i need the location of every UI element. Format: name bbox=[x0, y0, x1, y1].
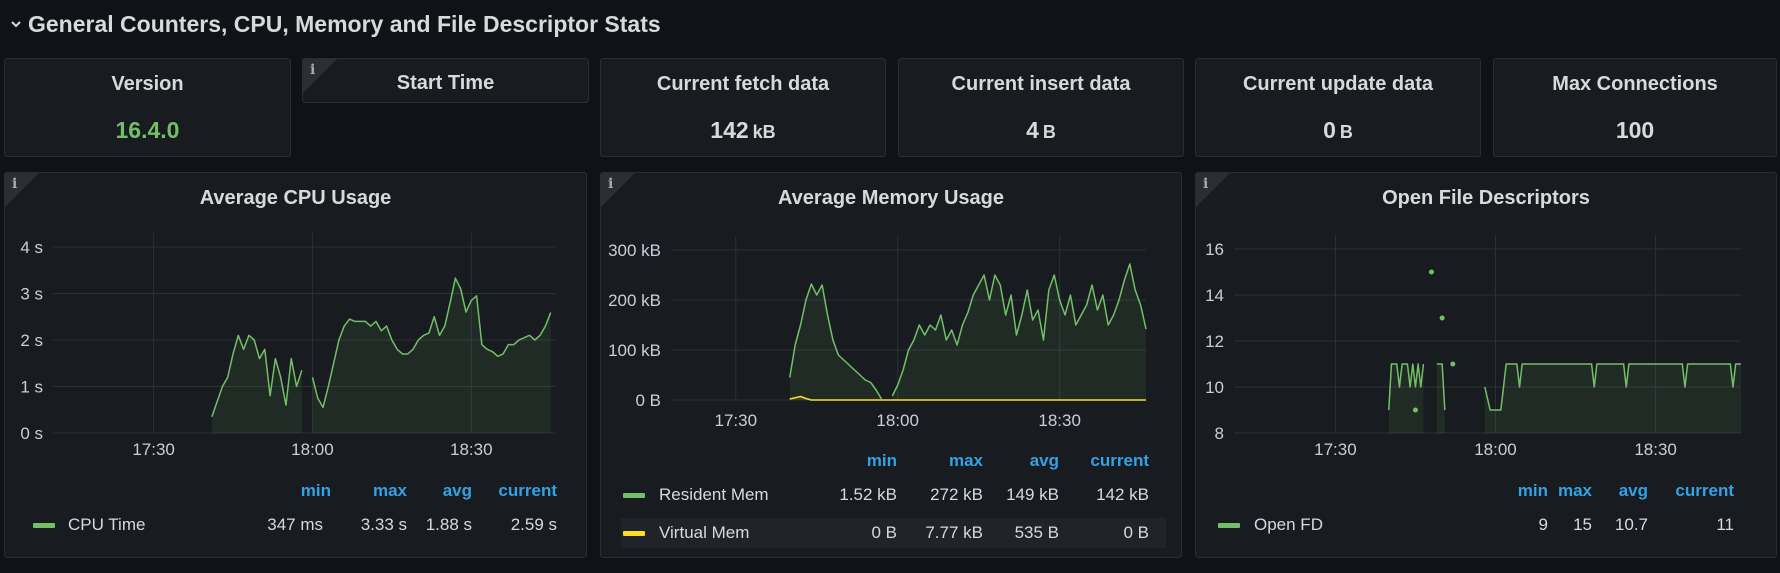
legend-header-min[interactable]: min bbox=[273, 481, 331, 501]
legend-header-current[interactable]: current bbox=[1069, 451, 1149, 471]
row-title: General Counters, CPU, Memory and File D… bbox=[28, 10, 661, 37]
panel-title: Version bbox=[111, 73, 184, 95]
legend-max: 272 kB bbox=[930, 485, 983, 504]
stat-panel-start-time: i Start Time bbox=[302, 58, 589, 103]
x-tick-label: 18:30 bbox=[1634, 440, 1677, 459]
memory-chart[interactable]: 0 B 100 kB 200 kB 300 kB 17:30 18:00 18:30 bbox=[601, 173, 1182, 433]
legend-min: 9 bbox=[1538, 515, 1548, 534]
legend-min: 347 ms bbox=[267, 515, 323, 534]
legend-header-max[interactable]: max bbox=[907, 451, 983, 471]
series-area bbox=[892, 264, 1146, 400]
legend-avg: 10.7 bbox=[1614, 515, 1648, 534]
legend-row[interactable]: CPU Time 347 ms 3.33 s 1.88 s 2.59 s bbox=[25, 510, 570, 540]
legend-max: 3.33 s bbox=[360, 515, 407, 534]
legend-row[interactable]: Virtual Mem 0 B 7.77 kB 535 B 0 B bbox=[621, 518, 1166, 548]
legend-header-current[interactable]: current bbox=[481, 481, 557, 501]
legend-min: 0 B bbox=[871, 523, 897, 542]
series-name: Virtual Mem bbox=[659, 523, 750, 542]
y-tick-label: 0 s bbox=[20, 424, 43, 443]
y-tick-label: 2 s bbox=[20, 331, 43, 350]
panel-title: Max Connections bbox=[1552, 73, 1718, 95]
x-tick-label: 17:30 bbox=[132, 440, 175, 459]
series-area bbox=[1484, 364, 1741, 433]
series-name: Open FD bbox=[1254, 515, 1323, 534]
legend-row[interactable]: Open FD 9 15 10.7 11 bbox=[1216, 510, 1761, 540]
y-tick-label: 1 s bbox=[20, 378, 43, 397]
x-tick-label: 18:00 bbox=[1474, 440, 1517, 459]
series-point bbox=[1412, 407, 1418, 413]
legend-header-avg[interactable]: avg bbox=[993, 451, 1059, 471]
legend-header-min[interactable]: min bbox=[831, 451, 897, 471]
legend-header-current[interactable]: current bbox=[1654, 481, 1734, 501]
series-point bbox=[1439, 315, 1445, 321]
graph-panel-file-descriptors: i Open File Descriptors 8 10 12 14 16 17:30 18… bbox=[1195, 172, 1777, 558]
panel-title: Current insert data bbox=[951, 73, 1131, 95]
legend-current: 0 B bbox=[1123, 523, 1149, 542]
stat-value: 16.4.0 bbox=[115, 117, 180, 143]
y-tick-label: 10 bbox=[1205, 378, 1224, 397]
series-area bbox=[312, 278, 551, 433]
cpu-chart[interactable]: 0 s 1 s 2 s 3 s 4 s 17:30 18:00 18:30 bbox=[5, 173, 587, 463]
series-swatch bbox=[33, 523, 55, 528]
x-tick-label: 18:30 bbox=[450, 440, 493, 459]
legend-avg: 535 B bbox=[1014, 523, 1059, 542]
y-tick-label: 16 bbox=[1205, 240, 1224, 259]
y-tick-label: 0 B bbox=[635, 391, 661, 410]
series-point bbox=[1428, 269, 1434, 275]
legend-max: 7.77 kB bbox=[925, 523, 983, 542]
stat-panel-update: Current update data 0B bbox=[1195, 58, 1481, 157]
x-tick-label: 17:30 bbox=[714, 411, 757, 430]
legend-avg: 1.88 s bbox=[425, 515, 472, 534]
legend-current: 142 kB bbox=[1096, 485, 1149, 504]
series-swatch bbox=[1218, 523, 1240, 528]
legend-header-avg[interactable]: avg bbox=[1598, 481, 1648, 501]
legend-max: 15 bbox=[1573, 515, 1592, 534]
graph-panel-cpu: i Average CPU Usage 0 s1 s2 s3 s4 s 17:30… bbox=[4, 172, 587, 558]
legend-current: 2.59 s bbox=[510, 515, 557, 534]
panel-title: Start Time bbox=[396, 72, 495, 94]
y-tick-label: 300 kB bbox=[608, 241, 661, 260]
y-tick-label: 3 s bbox=[20, 285, 43, 304]
legend-row[interactable]: Resident Mem 1.52 kB 272 kB 149 kB 142 k… bbox=[621, 480, 1166, 510]
legend-header-min[interactable]: min bbox=[1508, 481, 1548, 501]
y-tick-label: 14 bbox=[1205, 286, 1224, 305]
series-name: CPU Time bbox=[68, 515, 146, 534]
legend-header-max[interactable]: max bbox=[341, 481, 407, 501]
stat-value: 142 kB bbox=[710, 117, 776, 143]
chevron-down-icon[interactable] bbox=[10, 18, 22, 30]
series-area bbox=[1388, 364, 1424, 433]
y-tick-label: 8 bbox=[1215, 424, 1224, 443]
fd-chart[interactable]: 8 10 12 14 16 17:30 18:00 18:30 bbox=[1196, 173, 1777, 463]
x-tick-label: 18:00 bbox=[876, 411, 919, 430]
row-header[interactable]: General Counters, CPU, Memory and File D… bbox=[10, 8, 661, 40]
panel-title: Current update data bbox=[1242, 73, 1434, 95]
legend-header-avg[interactable]: avg bbox=[417, 481, 472, 501]
legend-header-max[interactable]: max bbox=[1548, 481, 1592, 501]
series-area bbox=[789, 284, 882, 400]
stat-panel-version: Version 16.4.0 bbox=[4, 58, 291, 157]
series-point bbox=[1450, 361, 1456, 367]
y-tick-label: 200 kB bbox=[608, 291, 661, 310]
panel-title: Current fetch data bbox=[656, 73, 830, 95]
legend-current: 11 bbox=[1716, 515, 1734, 534]
y-tick-label: 100 kB bbox=[608, 341, 661, 360]
stat-panel-insert: Current insert data 4B bbox=[898, 58, 1184, 157]
graph-panel-memory: i Average Memory Usage 0 B 100 kB 200 kB 30… bbox=[600, 172, 1182, 558]
x-tick-label: 18:00 bbox=[291, 440, 334, 459]
legend-avg: 149 kB bbox=[1006, 485, 1059, 504]
legend-min: 1.52 kB bbox=[839, 485, 897, 504]
x-tick-label: 17:30 bbox=[1314, 440, 1357, 459]
y-tick-label: 4 s bbox=[20, 238, 43, 257]
series-name: Resident Mem bbox=[659, 485, 769, 504]
stat-panel-fetch: Current fetch data 142 kB bbox=[600, 58, 886, 157]
stat-panel-max-connections: Max Connections 100 bbox=[1493, 58, 1777, 157]
series-swatch bbox=[623, 531, 645, 536]
stat-value: 100 bbox=[1615, 117, 1655, 143]
stat-value: 0B bbox=[1323, 117, 1353, 143]
series-swatch bbox=[623, 493, 645, 498]
stat-value: 4B bbox=[1026, 117, 1056, 143]
y-tick-label: 12 bbox=[1205, 332, 1224, 351]
x-tick-label: 18:30 bbox=[1038, 411, 1081, 430]
